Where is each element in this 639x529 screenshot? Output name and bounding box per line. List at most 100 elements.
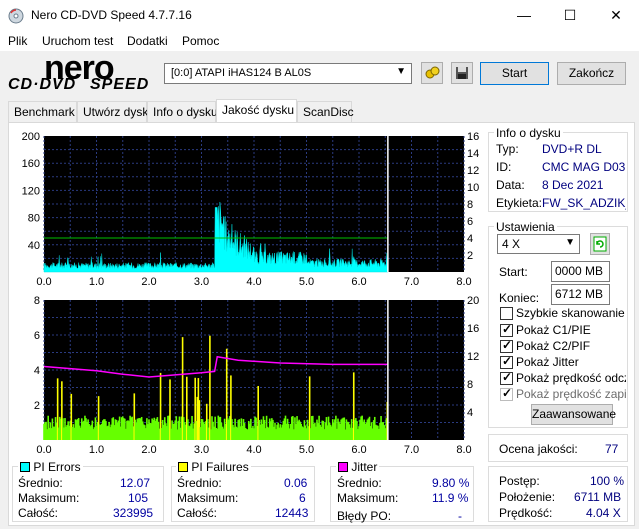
disc-date-value: 8 Dec 2021: [542, 178, 604, 192]
window-title: Nero CD-DVD Speed 4.7.7.16: [31, 8, 192, 22]
x-tick-label: 1.0: [89, 444, 104, 456]
start-label: Start:: [499, 265, 528, 279]
show-read-speed-label: Pokaż prędkość odczytu: [516, 371, 626, 385]
nero-logo: nero CD·DVD SPEED: [8, 49, 158, 95]
pi-errors-chart: 0.0 1.0 2.0 3.0 4.0 5.0 6.0 7.0 8.0 40 80 120 160 200…: [22, 131, 480, 288]
y2-tick-label: 20: [467, 295, 479, 307]
close-button[interactable]: ✕: [593, 0, 639, 31]
eject-icon: [425, 66, 440, 79]
menu-pomoc[interactable]: Pomoc: [182, 34, 219, 48]
y2-tick-label: 8: [467, 199, 473, 211]
advanced-button[interactable]: Zaawansowane: [531, 404, 616, 425]
show-jitter-label: Pokaż Jitter: [516, 355, 579, 369]
show-c2-checkbox[interactable]: [500, 338, 513, 353]
read-speed-label: Prędkość:: [499, 506, 553, 520]
quality-score-value: 77: [605, 442, 619, 456]
read-speed-value: 4.04 X: [586, 506, 621, 520]
y2-tick-label: 6: [467, 216, 473, 228]
save-button[interactable]: [451, 62, 473, 84]
disc-type-label: Typ:: [496, 142, 519, 156]
x-tick-label: 5.0: [299, 444, 314, 456]
y-tick-label: 160: [22, 158, 40, 170]
end-button[interactable]: Zakończ: [557, 62, 626, 85]
menu-uruchom-test[interactable]: Uruchom test: [42, 34, 113, 48]
y2-tick-label: 10: [467, 182, 479, 194]
y-tick-label: 2: [34, 400, 40, 412]
x-tick-label: 2.0: [141, 276, 156, 288]
show-read-speed-checkbox[interactable]: [500, 370, 513, 385]
jitter-title: Jitter: [351, 460, 378, 474]
disc-label-label: Etykieta:: [496, 196, 543, 210]
refresh-icon: [593, 236, 607, 252]
disc-id-label: ID:: [496, 160, 512, 174]
show-c1-checkbox[interactable]: [500, 322, 513, 337]
y2-tick-label: 16: [467, 131, 479, 143]
y-tick-label: 120: [22, 185, 40, 197]
y2-tick-label: 4: [467, 407, 473, 419]
disc-id-value: CMC MAG D03: [542, 160, 626, 174]
end-input[interactable]: 6712 MB: [551, 284, 610, 305]
pi-errors-title-wrap: PI Errors: [18, 460, 83, 474]
speed-select[interactable]: 4 X ▼: [497, 234, 580, 254]
jitter-title-wrap: Jitter: [336, 460, 380, 474]
minimize-button[interactable]: —: [501, 0, 547, 31]
x-tick-label: 7.0: [404, 276, 419, 288]
x-tick-label: 6.0: [351, 276, 366, 288]
y-tick-label: 4: [34, 365, 40, 377]
show-jitter-checkbox[interactable]: [500, 354, 513, 369]
progress-value: 100 %: [590, 474, 625, 488]
start-input[interactable]: 0000 MB: [551, 261, 610, 282]
y2-tick-label: 4: [467, 233, 473, 245]
jitter-avg-value: 9.80 %: [432, 476, 470, 490]
pi-failures-title: PI Failures: [191, 460, 249, 474]
logo-cddvd: CD·DVD: [8, 76, 77, 93]
logo-speed: SPEED: [90, 76, 150, 93]
x-tick-label: 1.0: [89, 276, 104, 288]
drive-select-value: [0:0] ATAPI iHAS124 B AL0S: [171, 67, 312, 79]
y2-tick-label: 14: [467, 148, 479, 160]
menu-plik[interactable]: Plik: [8, 34, 27, 48]
tab-benchmark[interactable]: Benchmark: [8, 101, 77, 122]
pi-errors-avg-value: 12.07: [120, 476, 151, 490]
speed-select-value: 4 X: [502, 237, 521, 251]
drive-select[interactable]: [0:0] ATAPI iHAS124 B AL0S ▼: [164, 63, 412, 84]
show-c2-label: Pokaż C2/PIF: [516, 339, 591, 353]
tab-disc-quality[interactable]: Jakość dysku: [216, 99, 297, 123]
menu-dodatki[interactable]: Dodatki: [127, 34, 168, 48]
y-tick-label: 200: [22, 131, 40, 143]
chevron-down-icon: ▼: [396, 66, 406, 77]
tab-create-disc[interactable]: Utwórz dysk: [77, 101, 148, 122]
jitter-po-label: Błędy PO:: [337, 509, 392, 523]
pi-failures-swatch: [178, 462, 188, 472]
tab-scandisc[interactable]: ScanDisc: [297, 101, 354, 122]
chevron-down-icon: ▼: [565, 237, 575, 248]
y-tick-label: 80: [28, 213, 40, 225]
maximize-button[interactable]: ☐: [547, 0, 593, 31]
x-tick-label: 8.0: [456, 276, 471, 288]
start-button[interactable]: Start: [480, 62, 549, 85]
quick-scan-checkbox[interactable]: [500, 307, 513, 320]
app-icon: [8, 8, 24, 24]
pi-failures-chart: 0.0 1.0 2.0 3.0 4.0 5.0 6.0 7.0 8.0 2 4 6 8 4 8 12 16 20: [34, 295, 479, 456]
pi-failures-total-label: Całość:: [177, 506, 218, 520]
y2-tick-label: 16: [467, 323, 479, 335]
y2-tick-label: 2: [467, 250, 473, 262]
x-tick-label: 2.0: [141, 444, 156, 456]
menu-bar: Plik Uruchom test Dodatki Pomoc: [0, 31, 639, 51]
x-tick-label: 6.0: [351, 444, 366, 456]
pi-errors-avg-label: Średnio:: [18, 476, 63, 490]
refresh-button[interactable]: [590, 233, 610, 255]
disc-type-value: DVD+R DL: [542, 142, 602, 156]
eject-button[interactable]: [421, 62, 443, 84]
pi-failures-title-wrap: PI Failures: [176, 460, 251, 474]
save-icon: [456, 67, 468, 79]
y2-tick-label: 12: [467, 165, 479, 177]
disc-info-title: Info o dysku: [494, 126, 563, 140]
pi-errors-swatch: [20, 462, 30, 472]
x-tick-label: 5.0: [299, 276, 314, 288]
pi-errors-max-value: 105: [128, 491, 149, 505]
y-tick-label: 6: [34, 330, 40, 342]
tab-disc-info[interactable]: Info o dysku: [147, 101, 218, 122]
title-bar: Nero CD-DVD Speed 4.7.7.16 — ☐ ✕: [0, 0, 639, 31]
progress-label: Postęp:: [499, 474, 540, 488]
